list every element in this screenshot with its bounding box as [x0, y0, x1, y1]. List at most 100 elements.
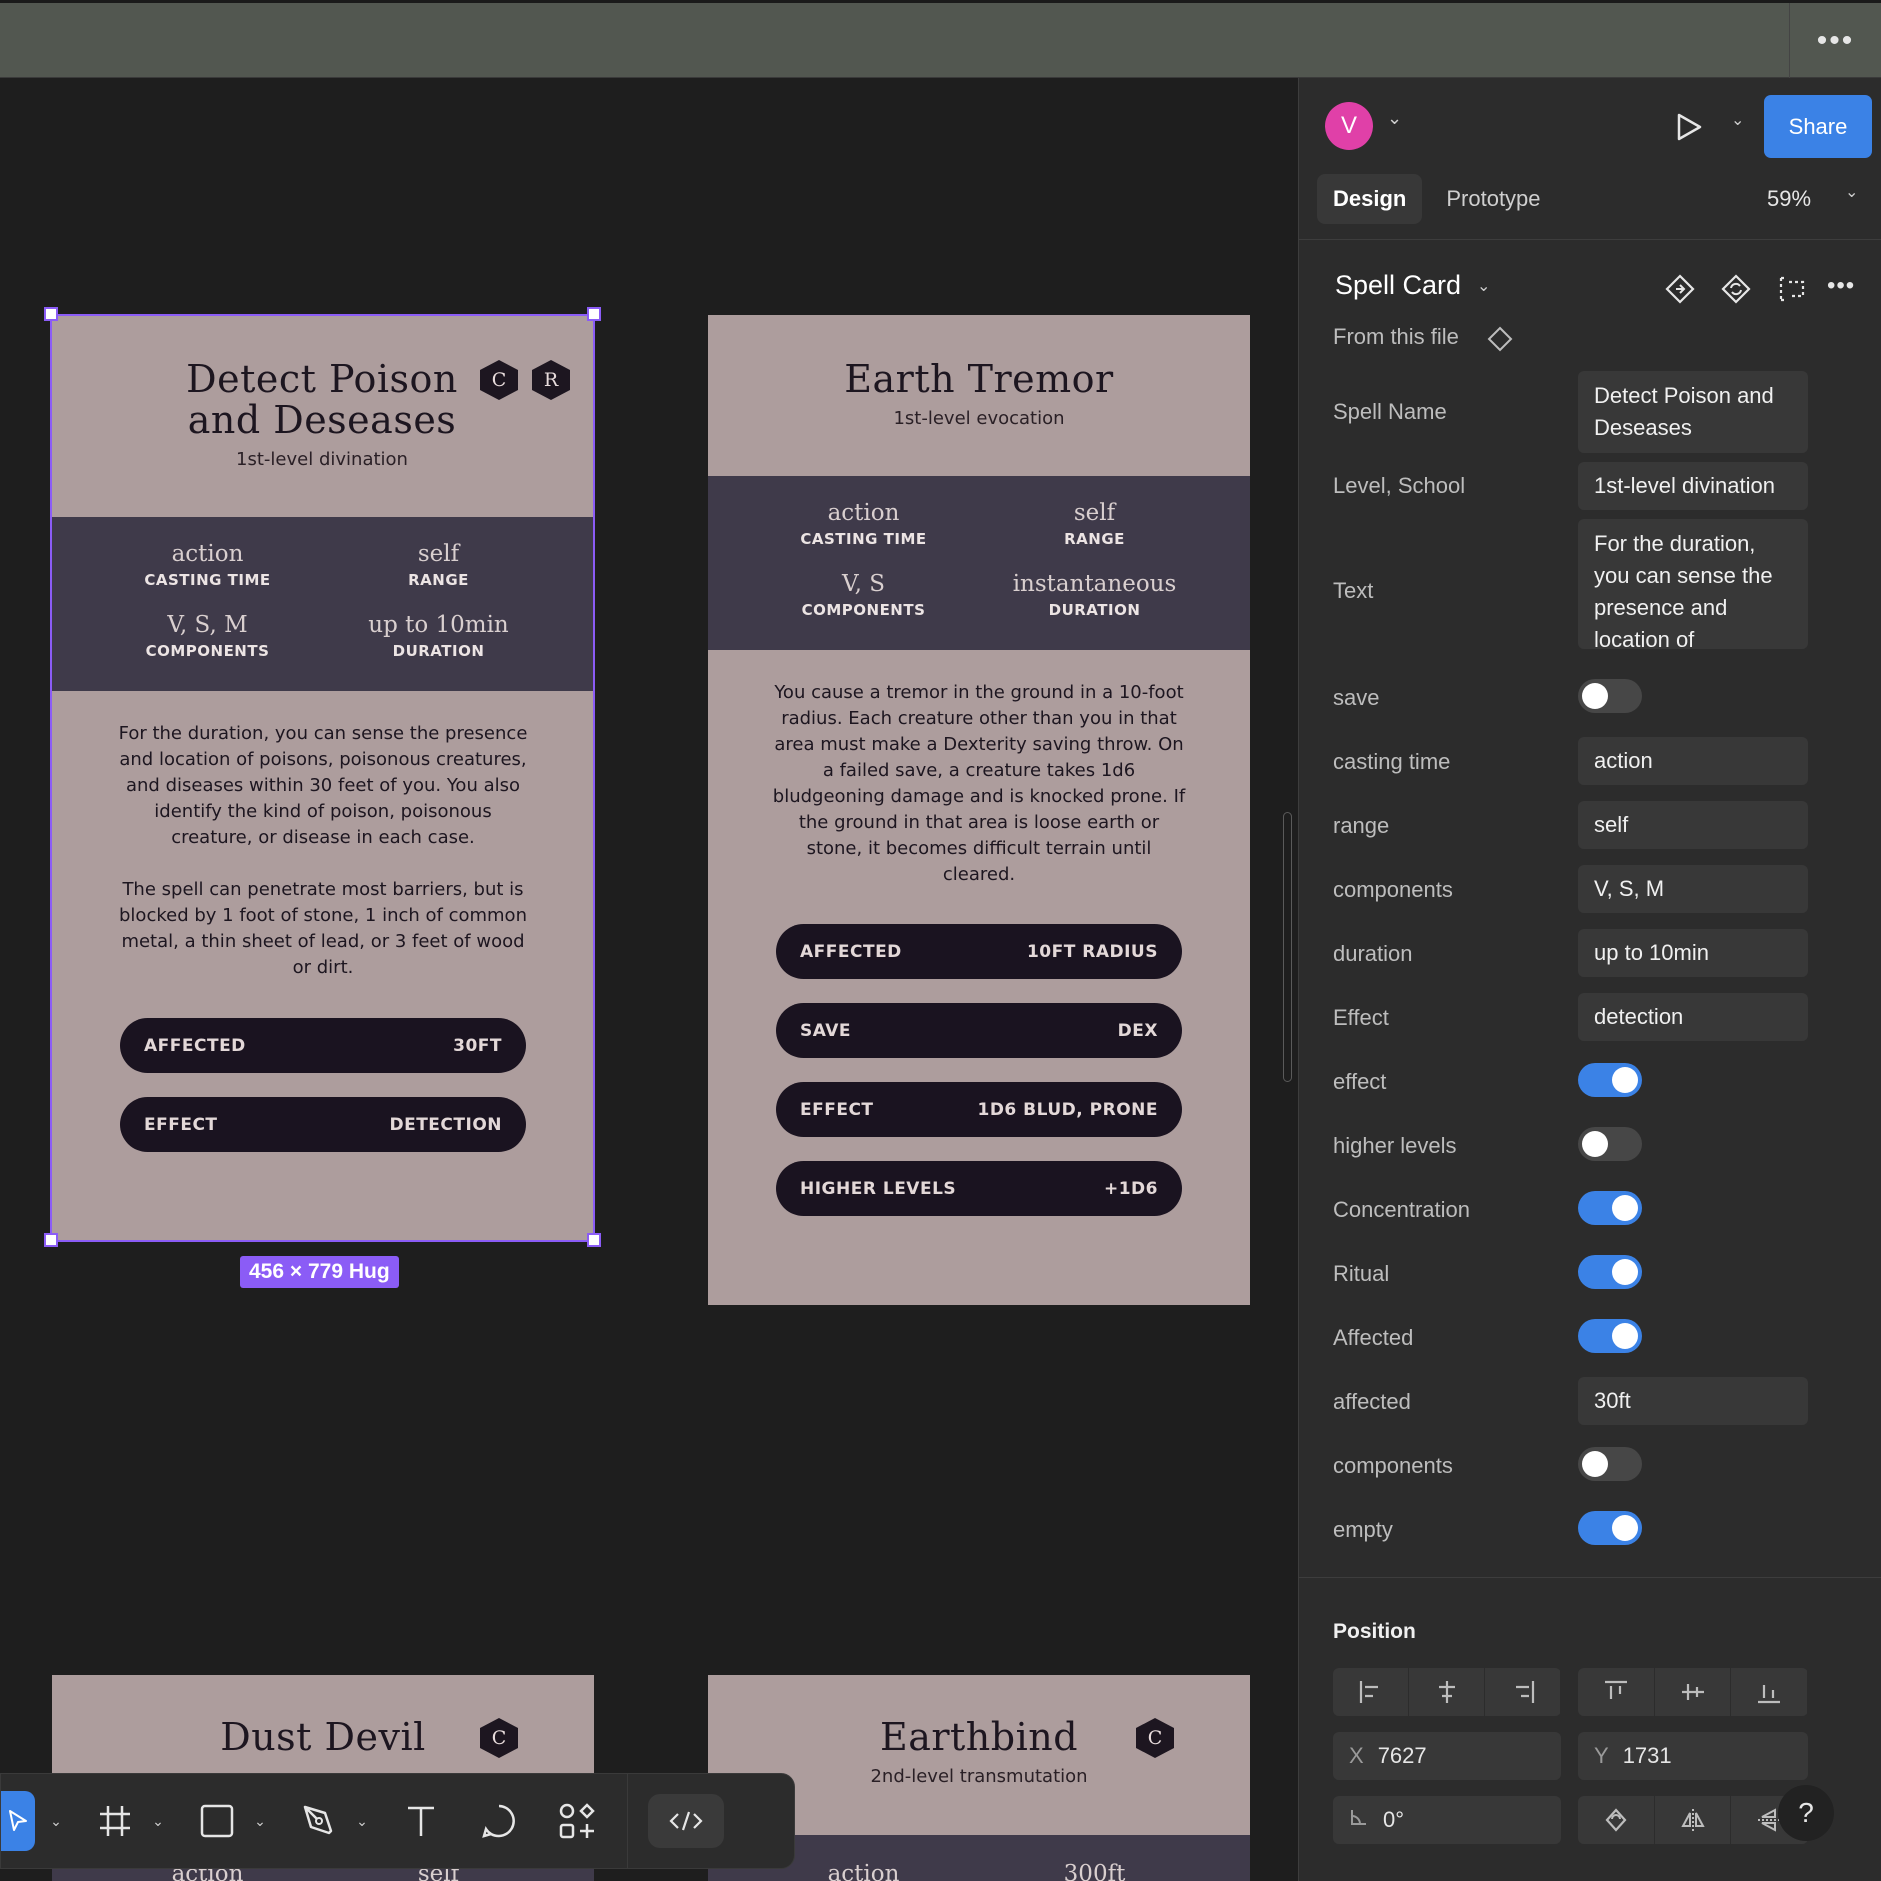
pen-icon — [303, 1805, 333, 1835]
affected-toggle[interactable] — [1578, 1319, 1642, 1353]
pill-higher-levels: HIGHER LEVELS +1D6 — [776, 1161, 1182, 1216]
present-chevron-down-icon[interactable]: ⌄ — [1731, 110, 1744, 130]
rotate-icon[interactable] — [1578, 1796, 1655, 1844]
ritual-toggle[interactable] — [1578, 1255, 1642, 1289]
range-field[interactable]: self — [1578, 801, 1808, 849]
frame-icon — [100, 1806, 130, 1836]
y-position-input[interactable]: Y 1731 — [1578, 1732, 1808, 1780]
level-school-field[interactable]: 1st-level divination — [1578, 462, 1808, 510]
spell-subtitle: 1st-level evocation — [893, 408, 1065, 429]
comment-tool-button[interactable] — [469, 1773, 529, 1869]
pen-tool-button[interactable] — [289, 1773, 349, 1869]
tool-bar: ⌄ ⌄ ⌄ ⌄ — [0, 1773, 795, 1869]
toolbar-divider — [627, 1773, 628, 1869]
spell-stats: action CASTING TIME self RANGE V, S, M COMP… — [52, 517, 594, 691]
library-source: From this file — [1333, 324, 1459, 349]
spell-name-field[interactable]: Detect Poison and Deseases — [1578, 371, 1808, 453]
components-icon — [559, 1803, 595, 1839]
code-icon — [669, 1811, 703, 1831]
divider — [1299, 1577, 1881, 1578]
component-chevron-down-icon[interactable]: ⌄ — [1477, 276, 1490, 296]
pen-tool-chevron-down-icon[interactable]: ⌄ — [349, 1773, 375, 1869]
avatar-chevron-down-icon[interactable]: ⌄ — [1387, 108, 1402, 129]
stat-components: V, S COMPONENTS — [801, 571, 926, 619]
spell-card-detect-poison[interactable]: Detect Poison and Deseases 1st-level div… — [52, 315, 594, 1240]
stat-duration: up to 10min DURATION — [368, 612, 509, 660]
y-label: Y — [1594, 1743, 1609, 1768]
tab-prototype[interactable]: Prototype — [1430, 174, 1556, 224]
prop-label-casting-time: casting time — [1333, 749, 1451, 774]
align-vertical-center-icon[interactable] — [1655, 1668, 1732, 1716]
canvas[interactable]: Detect Poison and Deseases 1st-level div… — [0, 78, 1298, 1881]
dev-mode-toggle[interactable] — [648, 1794, 724, 1848]
x-position-input[interactable]: X 7627 — [1333, 1732, 1561, 1780]
go-to-main-component-icon[interactable] — [1665, 274, 1695, 309]
align-right-icon[interactable] — [1485, 1668, 1561, 1716]
more-options-icon[interactable]: ••• — [1789, 3, 1881, 78]
resize-handle-top-right[interactable] — [587, 307, 601, 321]
prop-label-level-school: Level, School — [1333, 473, 1466, 498]
share-button[interactable]: Share — [1764, 95, 1872, 158]
cursor-icon — [9, 1810, 27, 1831]
components-toggle[interactable] — [1578, 1447, 1642, 1481]
align-top-icon[interactable] — [1578, 1668, 1655, 1716]
prop-label-higher-levels: higher levels — [1333, 1133, 1457, 1158]
casting-time-field[interactable]: action — [1578, 737, 1808, 785]
frame-tool-button[interactable] — [85, 1773, 145, 1869]
align-horizontal-center-icon[interactable] — [1409, 1668, 1485, 1716]
rotation-value: 0° — [1383, 1807, 1405, 1832]
concentration-toggle[interactable] — [1578, 1191, 1642, 1225]
prop-label-components: components — [1333, 877, 1453, 902]
text-tool-button[interactable] — [391, 1773, 451, 1869]
prop-label-range: range — [1333, 813, 1390, 838]
pill-affected: AFFECTED 30FT — [120, 1018, 526, 1073]
stat-duration: instantaneous DURATION — [1012, 571, 1177, 619]
panel-tabs: Design Prototype — [1317, 174, 1565, 224]
help-button[interactable]: ? — [1778, 1785, 1834, 1841]
prop-label-concentration: Concentration — [1333, 1197, 1470, 1222]
avatar[interactable]: V — [1325, 102, 1373, 150]
align-left-icon[interactable] — [1333, 1668, 1409, 1716]
zoom-level[interactable]: 59% — [1767, 186, 1811, 212]
move-tool-button[interactable] — [1, 1791, 35, 1851]
move-tool-chevron-down-icon[interactable]: ⌄ — [43, 1773, 69, 1869]
component-name[interactable]: Spell Card — [1335, 270, 1461, 301]
prop-label-save: save — [1333, 685, 1380, 710]
resize-handle-bottom-right[interactable] — [587, 1233, 601, 1247]
empty-toggle[interactable] — [1578, 1511, 1642, 1545]
spell-card-earth-tremor[interactable]: Earth Tremor 1st-level evocation action C… — [708, 315, 1250, 1305]
present-play-icon[interactable] — [1675, 112, 1703, 147]
effect-field[interactable]: detection — [1578, 993, 1808, 1041]
zoom-chevron-down-icon[interactable]: ⌄ — [1845, 182, 1858, 202]
flip-horizontal-icon[interactable] — [1655, 1796, 1732, 1844]
rotation-input[interactable]: 0° — [1333, 1796, 1561, 1844]
spell-title: Earth Tremor — [844, 357, 1114, 401]
spell-title: Detect Poison and Deseases — [186, 357, 458, 442]
resize-handle-top-left[interactable] — [44, 307, 58, 321]
stat-casting-time: action CASTING TIME — [144, 541, 271, 589]
detach-instance-icon[interactable] — [1777, 274, 1807, 309]
effect-toggle[interactable] — [1578, 1063, 1642, 1097]
resize-handle-bottom-left[interactable] — [44, 1233, 58, 1247]
components-field[interactable]: V, S, M — [1578, 865, 1808, 913]
text-field[interactable]: For the duration, you can sense the pres… — [1578, 519, 1808, 649]
affected-field[interactable]: 30ft — [1578, 1377, 1808, 1425]
assets-tool-button[interactable] — [547, 1773, 607, 1869]
more-options-icon[interactable]: ••• — [1827, 272, 1855, 300]
top-bar: ••• — [0, 0, 1881, 78]
swap-instance-icon[interactable] — [1721, 274, 1751, 309]
duration-field[interactable]: up to 10min — [1578, 929, 1808, 977]
frame-tool-chevron-down-icon[interactable]: ⌄ — [145, 1773, 171, 1869]
shape-tool-chevron-down-icon[interactable]: ⌄ — [247, 1773, 273, 1869]
tab-design[interactable]: Design — [1317, 174, 1423, 224]
ritual-badge-icon: R — [532, 360, 570, 400]
save-toggle[interactable] — [1578, 679, 1642, 713]
higher-levels-toggle[interactable] — [1578, 1127, 1642, 1161]
prop-label-text: Text — [1333, 578, 1374, 603]
align-bottom-icon[interactable] — [1731, 1668, 1809, 1716]
shape-tool-button[interactable] — [187, 1773, 247, 1869]
x-label: X — [1349, 1743, 1364, 1768]
canvas-scrollbar[interactable] — [1283, 812, 1292, 1082]
rotation-angle-icon — [1349, 1807, 1369, 1833]
spell-stats: action CASTING TIME self RANGE V, S COMPONE… — [708, 476, 1250, 650]
